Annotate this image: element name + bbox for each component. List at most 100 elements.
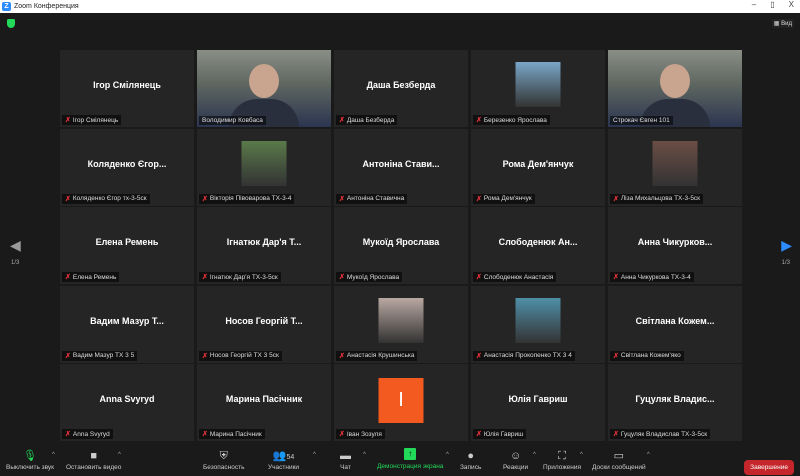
participant-tile[interactable]: Ігнатюк Дар'я Т... ✗ Ігнатюк Дар'я ТХ-3-5с…	[197, 207, 331, 284]
participant-tile[interactable]: Коляденко Єгор... ✗ Коляденко Єгор тх-3-5с…	[60, 128, 194, 206]
reactions-button[interactable]: ☺ Реакции	[503, 448, 528, 471]
chat-button[interactable]: ▬ Чат	[340, 448, 351, 471]
next-page-arrow-icon[interactable]: ▶	[781, 237, 792, 254]
apps-caret[interactable]: ^	[580, 452, 583, 458]
participant-label-text: Елена Ремень	[72, 273, 117, 281]
stop-video-button[interactable]: ■ Остановить видео	[66, 448, 121, 471]
apps-icon: ⛶	[558, 450, 566, 462]
participant-label: ✗ Іван Зозуля	[336, 429, 385, 439]
participant-label-text: Володимир Ковбаса	[202, 117, 263, 124]
mute-label: Выключить звук	[6, 464, 55, 471]
participant-name: Носов Георгій Т...	[225, 315, 303, 326]
participant-label: ✗ Ліза Михальцова ТХ-3-5ск	[610, 193, 704, 204]
profile-photo	[241, 140, 287, 186]
participant-tile[interactable]: Вадим Мазур Т... ✗ Вадим Мазур ТХ 3 5	[60, 285, 194, 363]
participant-tile[interactable]: Світлана Кожем... ✗ Світлана Кожем'яко	[608, 285, 742, 363]
participant-name: Рома Дем'янчук	[502, 158, 574, 169]
whiteboards-button[interactable]: ▭ Доски сообщений	[592, 448, 646, 471]
participant-tile[interactable]: Марина Пасічник ✗ Марина Пасічник	[197, 364, 331, 441]
chat-icon: ▬	[340, 450, 351, 462]
maximize-button[interactable]: ▯	[770, 0, 774, 9]
participant-label-text: Іван Зозуля	[346, 430, 382, 438]
participant-name: Мукоїд Ярослава	[362, 237, 440, 247]
muted-mic-icon: ✗	[476, 195, 482, 203]
apps-button[interactable]: ⛶ Приложения	[543, 448, 581, 471]
microphone-icon: 🎙	[23, 450, 37, 462]
video-camera-icon: ■	[90, 450, 98, 462]
participant-tile[interactable]: Рома Дем'янчук ✗ Рома Дем'янчук	[471, 128, 605, 206]
participant-tile[interactable]: Строкач Євген 101	[608, 50, 742, 127]
participant-label: Строкач Євген 101	[610, 116, 673, 125]
record-label: Запись	[460, 464, 482, 471]
participant-tile[interactable]: Даша Безберда ✗ Даша Безберда	[334, 50, 468, 127]
muted-mic-icon: ✗	[613, 274, 619, 281]
muted-mic-icon: ✗	[613, 352, 619, 360]
participant-tile[interactable]: ✗ Вікторія Півоварова ТХ-3-4	[197, 128, 331, 206]
close-button[interactable]: X	[789, 0, 794, 9]
participant-label: ✗ Марина Пасічник	[199, 429, 265, 439]
participant-name: Ігор Смілянець	[93, 80, 161, 90]
whiteboards-label: Доски сообщений	[592, 464, 646, 471]
participant-tile[interactable]: Володимир Ковбаса	[197, 50, 331, 127]
end-meeting-button[interactable]: Завершение	[744, 460, 794, 475]
participant-label: ✗ Елена Ремень	[62, 272, 120, 282]
participant-tile[interactable]: Гуцуляк Владис... ✗ Гуцуляк Владислав ТХ-3…	[608, 364, 742, 441]
minimize-button[interactable]: –	[752, 0, 756, 9]
participant-label-text: Березенко Ярослава	[483, 116, 547, 124]
participant-label: ✗ Ігнатюк Дар'я ТХ-3-5ск	[199, 272, 281, 282]
participant-label-text: Ігор Смілянець	[72, 116, 119, 124]
muted-mic-icon: ✗	[613, 431, 619, 438]
participant-tile[interactable]: ✗ Березенко Ярослава	[471, 50, 605, 127]
participant-tile[interactable]: Носов Георгій Т... ✗ Носов Георгій ТХ 3 5с…	[197, 285, 331, 363]
participant-tile[interactable]: Юлія Гавриш ✗ Юлія Гавриш	[471, 364, 605, 441]
participant-tile[interactable]: Елена Ремень ✗ Елена Ремень	[60, 207, 194, 284]
encryption-shield-icon[interactable]	[7, 19, 15, 28]
participant-tile[interactable]: ✗ Ліза Михальцова ТХ-3-5ск	[608, 128, 742, 206]
participant-tile[interactable]: Anna Svyryd ✗ Anna Svyryd	[60, 364, 194, 441]
zoom-logo-icon: Z	[2, 2, 11, 11]
participant-label-text: Гуцуляк Владислав ТХ-3-5ск	[620, 430, 708, 438]
participant-name: Даша Безберда	[366, 80, 436, 90]
participant-tile[interactable]: Слободенюк Ан... ✗ Слободенюк Анастасія	[471, 207, 605, 284]
whiteboards-caret[interactable]: ^	[647, 452, 650, 458]
participant-label: Володимир Ковбаса	[199, 116, 266, 125]
reactions-caret[interactable]: ^	[533, 452, 536, 458]
participant-label: ✗ Носов Георгій ТХ 3 5ск	[199, 350, 282, 361]
participant-label-text: Анна Чикуркова ТХ-3-4	[620, 273, 691, 281]
security-button[interactable]: ⛨ Безопасность	[203, 448, 244, 471]
muted-mic-icon: ✗	[476, 352, 482, 360]
prev-page-arrow-icon[interactable]: ◀	[10, 237, 21, 254]
avatar-letter: I	[378, 378, 424, 423]
participant-tile[interactable]: I ✗ Іван Зозуля	[334, 364, 468, 441]
participant-label: ✗ Рома Дем'янчук	[473, 193, 535, 204]
participant-label: ✗ Anna Svyryd	[62, 429, 113, 439]
muted-mic-icon: ✗	[65, 431, 71, 438]
mute-button[interactable]: 🎙 Выключить звук	[6, 448, 54, 471]
muted-mic-icon: ✗	[613, 195, 619, 203]
share-caret[interactable]: ^	[446, 452, 449, 458]
participants-caret[interactable]: ^	[313, 452, 316, 458]
participant-tile[interactable]: Ігор Смілянець ✗ Ігор Смілянець	[60, 50, 194, 127]
participant-tile[interactable]: Антоніна Стави... ✗ Антоніна Ставична	[334, 128, 468, 206]
participant-tile[interactable]: ✗ Анастасія Прокопенко ТХ 3 4	[471, 285, 605, 363]
muted-mic-icon: ✗	[476, 431, 482, 438]
share-screen-button[interactable]: ↑ Демонстрация экрана	[377, 448, 443, 470]
participant-name: Ігнатюк Дар'я Т...	[226, 237, 302, 247]
participant-tile[interactable]: Анна Чикурков... ✗ Анна Чикуркова ТХ-3-4	[608, 207, 742, 284]
record-button[interactable]: ● Запись	[460, 448, 481, 471]
profile-photo	[378, 297, 424, 343]
participant-label: ✗ Анастасія Крушинська	[336, 350, 418, 361]
participant-label: ✗ Антоніна Ставична	[336, 193, 408, 204]
video-options-caret[interactable]: ^	[118, 452, 121, 458]
participant-label-text: Anna Svyryd	[72, 430, 110, 438]
participants-button[interactable]: 👥54 Участники	[268, 448, 299, 471]
muted-mic-icon: ✗	[476, 117, 482, 124]
participant-tile[interactable]: Мукоїд Ярослава ✗ Мукоїд Ярослава	[334, 207, 468, 284]
participant-label-text: Строкач Євген 101	[613, 117, 670, 124]
participant-label-text: Ліза Михальцова ТХ-3-5ск	[620, 195, 701, 202]
view-button[interactable]: ▦ Вид	[771, 19, 794, 28]
participant-tile[interactable]: ✗ Анастасія Крушинська	[334, 285, 468, 363]
chat-caret[interactable]: ^	[363, 452, 366, 458]
participant-label-text: Анастасія Прокопенко ТХ 3 4	[483, 352, 572, 359]
audio-options-caret[interactable]: ^	[52, 452, 55, 458]
